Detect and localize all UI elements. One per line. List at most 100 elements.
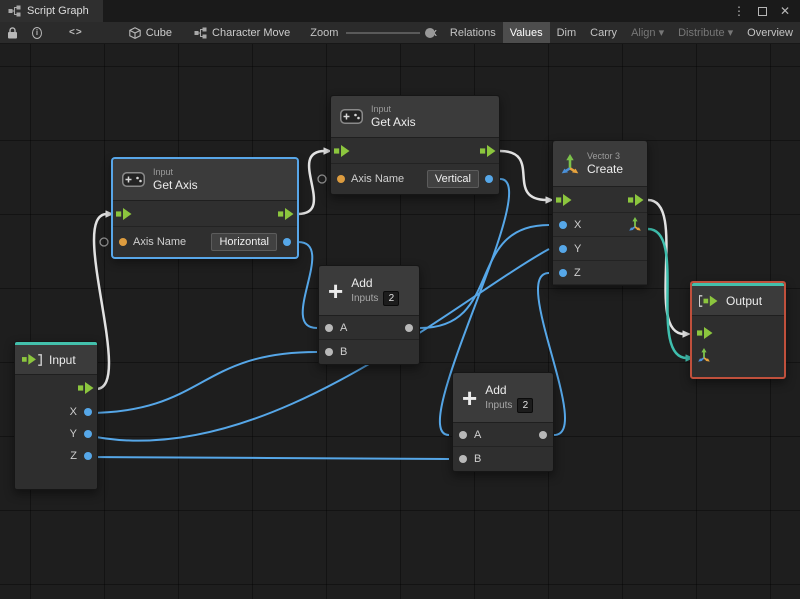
z-out-port[interactable] (84, 452, 92, 460)
vector3-out-port[interactable] (628, 216, 642, 236)
port-row-a: A (453, 423, 553, 447)
node-title: Add (351, 275, 373, 290)
node-title: Input (49, 352, 76, 367)
sum-out-port[interactable] (405, 323, 413, 332)
vector3-port-icon (697, 346, 711, 363)
port-label: Axis Name (133, 236, 187, 248)
wire-flow-vertical-to-create[interactable] (499, 149, 554, 204)
axis-name-field[interactable]: Horizontal (211, 233, 277, 251)
node-title: Add (485, 382, 507, 397)
inputs-label: Inputs (485, 399, 513, 411)
node-title: Get Axis (153, 178, 198, 192)
plus-icon: + (328, 275, 344, 306)
kebab-menu-icon[interactable]: ⋮ (733, 4, 745, 18)
node-header[interactable]: Input Get Axis (113, 159, 297, 201)
port-row-a: A (319, 316, 419, 340)
zoom-label: Zoom (310, 26, 339, 39)
port-label: A (340, 321, 348, 334)
tab-title: Script Graph (27, 5, 89, 17)
node-get-axis-vertical[interactable]: Input Get Axis Axis Name Vertical (330, 95, 500, 195)
unconnected-port-indicator[interactable] (317, 174, 327, 184)
carry-button[interactable]: Carry (583, 22, 624, 43)
port-label: Z (574, 266, 581, 279)
wire-data-horizontal-result-to-add1-a[interactable] (297, 241, 318, 329)
x-out-port[interactable] (84, 408, 92, 416)
flow-in-port[interactable] (116, 207, 132, 220)
flow-port-row (113, 201, 297, 227)
distribute-dropdown[interactable]: Distribute ▾ (671, 22, 740, 43)
input-icon (22, 354, 42, 366)
a-in-port[interactable] (459, 430, 467, 439)
flow-in-port[interactable] (697, 327, 713, 339)
port-label: A (474, 428, 482, 441)
port-row-x: X (15, 401, 97, 423)
node-header[interactable]: Input Get Axis (331, 96, 499, 138)
inputs-count-field[interactable]: 2 (383, 290, 400, 306)
lock-icon[interactable] (7, 26, 18, 39)
axis-name-port[interactable] (119, 238, 127, 246)
a-in-port[interactable] (325, 323, 333, 332)
node-add-1[interactable]: + Add Inputs 2 A B (318, 265, 420, 365)
node-header[interactable]: Vector 3 Create (553, 141, 647, 187)
maximize-icon[interactable] (757, 6, 767, 16)
port-label: Y (574, 242, 582, 255)
wire-data-add1-sum-to-create-x[interactable] (419, 224, 550, 329)
node-header[interactable]: Input (15, 345, 97, 375)
port-label: Z (70, 450, 77, 462)
flow-port-row (331, 138, 499, 164)
close-icon[interactable]: ✕ (780, 4, 790, 18)
b-in-port[interactable] (325, 348, 333, 356)
flow-out-port[interactable] (480, 144, 496, 157)
values-button[interactable]: Values (502, 22, 550, 43)
axis-name-port[interactable] (337, 175, 345, 183)
wire-data-input-x-to-add1-b[interactable] (85, 351, 318, 414)
flow-in-port[interactable] (334, 144, 350, 157)
wire-flow-create-to-output[interactable] (647, 198, 691, 338)
graph-canvas[interactable]: Input Get Axis Axis Name Vertical Input … (0, 44, 800, 599)
result-out-port[interactable] (485, 175, 493, 183)
vector3-in-port[interactable] (697, 346, 711, 367)
node-add-2[interactable]: + Add Inputs 2 A B (452, 372, 554, 472)
overview-button[interactable]: Overview (740, 22, 800, 43)
node-graph-input[interactable]: Input X Y Z (14, 341, 98, 490)
flow-out-port[interactable] (78, 382, 94, 394)
wire-data-input-z-to-add2-b[interactable] (85, 456, 450, 460)
relations-button[interactable]: Relations (443, 22, 503, 43)
wire-flow-horizontal-to-vertical[interactable] (297, 147, 332, 216)
result-out-port[interactable] (283, 238, 291, 246)
inputs-label: Inputs (351, 292, 379, 304)
y-in-port[interactable] (559, 244, 567, 253)
wire-vector-create-result-to-output[interactable] (647, 227, 694, 362)
z-in-port[interactable] (559, 268, 567, 277)
node-header[interactable]: Output (692, 286, 784, 316)
unconnected-port-indicator[interactable] (99, 237, 109, 247)
align-dropdown[interactable]: Align ▾ (624, 22, 671, 43)
breadcrumb-subgraph-character-move[interactable]: Character Move (194, 26, 290, 39)
tab-bar: Script Graph ⋮ ✕ (0, 0, 800, 22)
connections-icon[interactable]: <> (69, 27, 83, 38)
node-kind-label: Input (153, 167, 174, 177)
flow-out-port[interactable] (628, 193, 644, 206)
axis-name-field[interactable]: Vertical (426, 170, 479, 188)
y-out-port[interactable] (84, 430, 92, 438)
dim-button[interactable]: Dim (550, 22, 584, 43)
node-graph-output[interactable]: Output (690, 281, 786, 379)
inputs-count-field[interactable]: 2 (517, 397, 534, 413)
node-title: Output (726, 293, 763, 308)
node-vector3-create[interactable]: Vector 3 Create X Y Z (552, 140, 648, 286)
sum-out-port[interactable] (539, 430, 547, 439)
info-icon[interactable]: i (32, 26, 43, 39)
zoom-slider-handle[interactable] (425, 27, 436, 38)
flow-in-port[interactable] (556, 193, 572, 206)
x-in-port[interactable] (559, 220, 567, 229)
node-header[interactable]: + Add Inputs 2 (453, 373, 553, 423)
breadcrumb-graph-cube[interactable]: Cube (128, 27, 172, 39)
tab-script-graph[interactable]: Script Graph (0, 0, 103, 22)
axis-name-row: Axis Name Vertical (331, 164, 499, 194)
zoom-slider[interactable] (346, 27, 436, 39)
node-kind-label: Vector 3 (587, 151, 621, 161)
node-get-axis-horizontal[interactable]: Input Get Axis Axis Name Horizontal (112, 158, 298, 258)
node-header[interactable]: + Add Inputs 2 (319, 266, 419, 316)
flow-out-port[interactable] (278, 207, 294, 220)
b-in-port[interactable] (459, 455, 467, 463)
